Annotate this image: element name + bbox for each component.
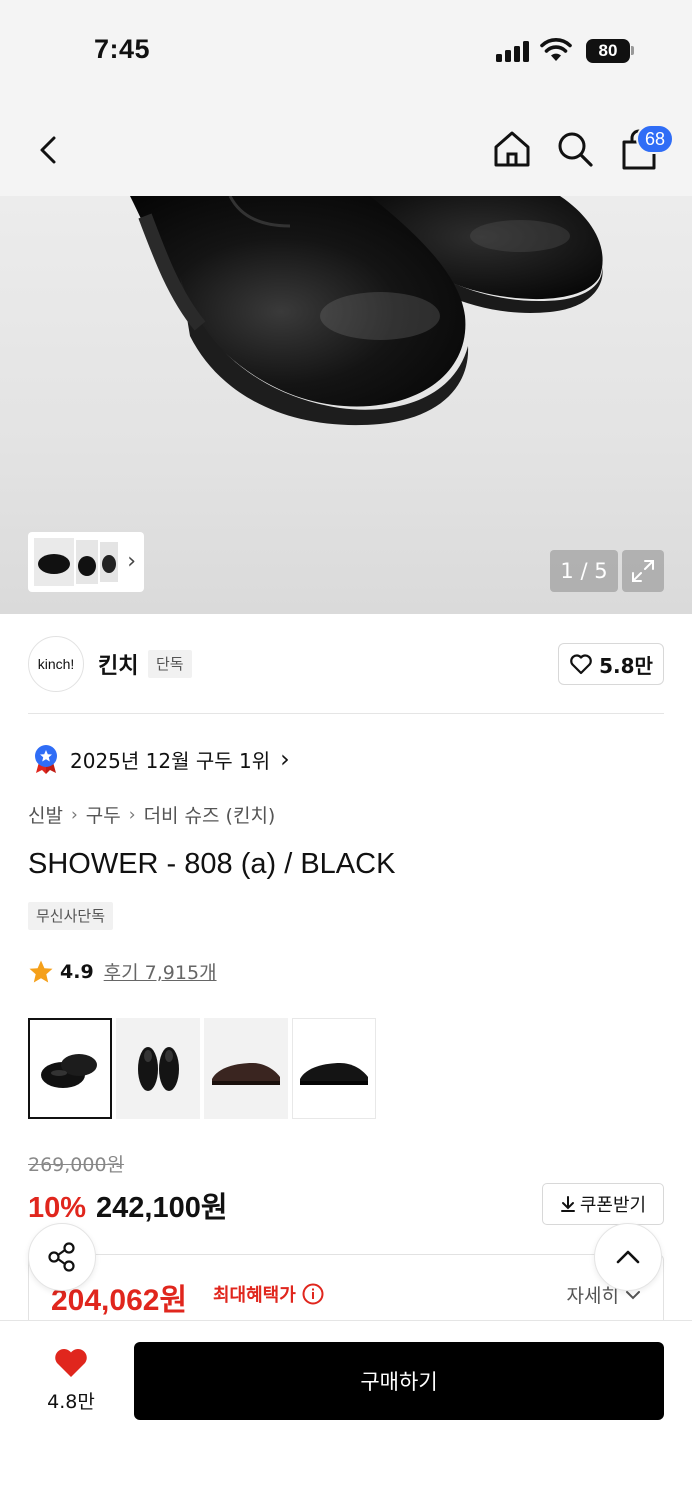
battery-cap xyxy=(631,46,634,55)
chevron-up-icon xyxy=(616,1250,640,1264)
chevron-right-icon: › xyxy=(127,549,136,574)
heart-filled-icon xyxy=(55,1349,87,1377)
image-counter: 1 / 5 xyxy=(550,550,618,592)
scroll-to-top-button[interactable] xyxy=(594,1223,662,1291)
ranking-link[interactable]: 2025년 12월 구두 1위 › xyxy=(32,744,290,774)
product-title: SHOWER - 808 (a) / BLACK xyxy=(28,848,396,880)
ranking-medal-icon xyxy=(35,745,57,774)
color-options xyxy=(28,1018,376,1119)
original-price: 269,000원 xyxy=(28,1154,125,1176)
top-navigation xyxy=(0,100,692,196)
expand-button[interactable] xyxy=(622,550,664,592)
breadcrumb-item[interactable]: 구두 xyxy=(86,801,121,828)
coupon-label: 쿠폰받기 xyxy=(579,1195,647,1216)
review-count-link[interactable]: 후기 7,915개 xyxy=(104,958,217,985)
status-bar: 7:45 80 xyxy=(0,0,692,100)
battery-indicator: 80 xyxy=(586,39,630,63)
search-icon[interactable] xyxy=(554,128,596,170)
rating-summary: 4.9 후기 7,915개 xyxy=(28,958,217,985)
color-option-brown[interactable] xyxy=(204,1018,288,1119)
star-icon xyxy=(29,960,53,982)
brand-logo[interactable]: kinch! xyxy=(28,636,84,692)
sale-price: 242,100원 xyxy=(96,1192,228,1224)
color-option-black-side[interactable] xyxy=(292,1018,376,1119)
discount-rate: 10% xyxy=(28,1192,87,1224)
shoe-option-image xyxy=(138,1046,179,1091)
image-thumbnail-strip[interactable]: › xyxy=(28,532,144,592)
heart-outline-icon xyxy=(570,654,592,675)
cellular-signal-icon xyxy=(496,40,529,62)
shoe-option-image xyxy=(41,1053,97,1088)
brand-like-button[interactable]: 5.8만 xyxy=(558,643,664,685)
wifi-icon xyxy=(540,38,572,61)
cart-count-badge: 68 xyxy=(636,124,674,154)
expand-icon xyxy=(632,560,654,582)
chevron-right-icon: › xyxy=(280,745,290,773)
coupon-download-button[interactable]: 쿠폰받기 xyxy=(542,1183,664,1225)
breadcrumb: 신발 › 구두 › 더비 슈즈 (킨치) xyxy=(28,801,275,828)
wishlist-button[interactable]: 4.8만 xyxy=(36,1347,106,1414)
shoe-thumbnail-image xyxy=(34,538,118,586)
exclusive-badge: 무신사단독 xyxy=(28,902,114,930)
color-option-black-top[interactable] xyxy=(116,1018,200,1119)
max-benefit-label-text: 최대혜택가 xyxy=(213,1285,296,1306)
brand-exclusive-tag: 단독 xyxy=(148,650,192,678)
product-image-gallery[interactable]: › 1 / 5 xyxy=(0,196,692,614)
info-icon[interactable] xyxy=(302,1283,324,1305)
home-icon[interactable] xyxy=(490,127,534,171)
brand-name[interactable]: 킨치 xyxy=(98,648,138,680)
ranking-text: 2025년 12월 구두 1위 xyxy=(70,748,271,773)
status-time: 7:45 xyxy=(94,34,151,64)
bottom-action-bar: 4.8만 구매하기 xyxy=(0,1320,692,1500)
chevron-right-icon: › xyxy=(70,804,78,825)
back-arrow-icon[interactable] xyxy=(30,130,70,170)
brand-like-count: 5.8만 xyxy=(599,653,653,678)
breadcrumb-item[interactable]: 신발 xyxy=(28,801,63,828)
download-icon xyxy=(560,1196,575,1212)
chevron-right-icon: › xyxy=(128,804,136,825)
breadcrumb-item[interactable]: 더비 슈즈 (킨치) xyxy=(144,801,276,828)
rating-score: 4.9 xyxy=(60,960,94,983)
divider xyxy=(28,713,664,714)
buy-button[interactable]: 구매하기 xyxy=(134,1342,664,1420)
shoe-option-image xyxy=(212,1062,280,1085)
price-row: 10% 242,100원 xyxy=(28,1184,228,1226)
color-option-black-a[interactable] xyxy=(28,1018,112,1119)
share-button[interactable] xyxy=(28,1223,96,1291)
share-icon xyxy=(48,1242,75,1272)
max-benefit-label: 최대혜택가 xyxy=(213,1281,324,1307)
shoe-option-image xyxy=(300,1062,368,1085)
wishlist-count: 4.8만 xyxy=(47,1391,95,1413)
